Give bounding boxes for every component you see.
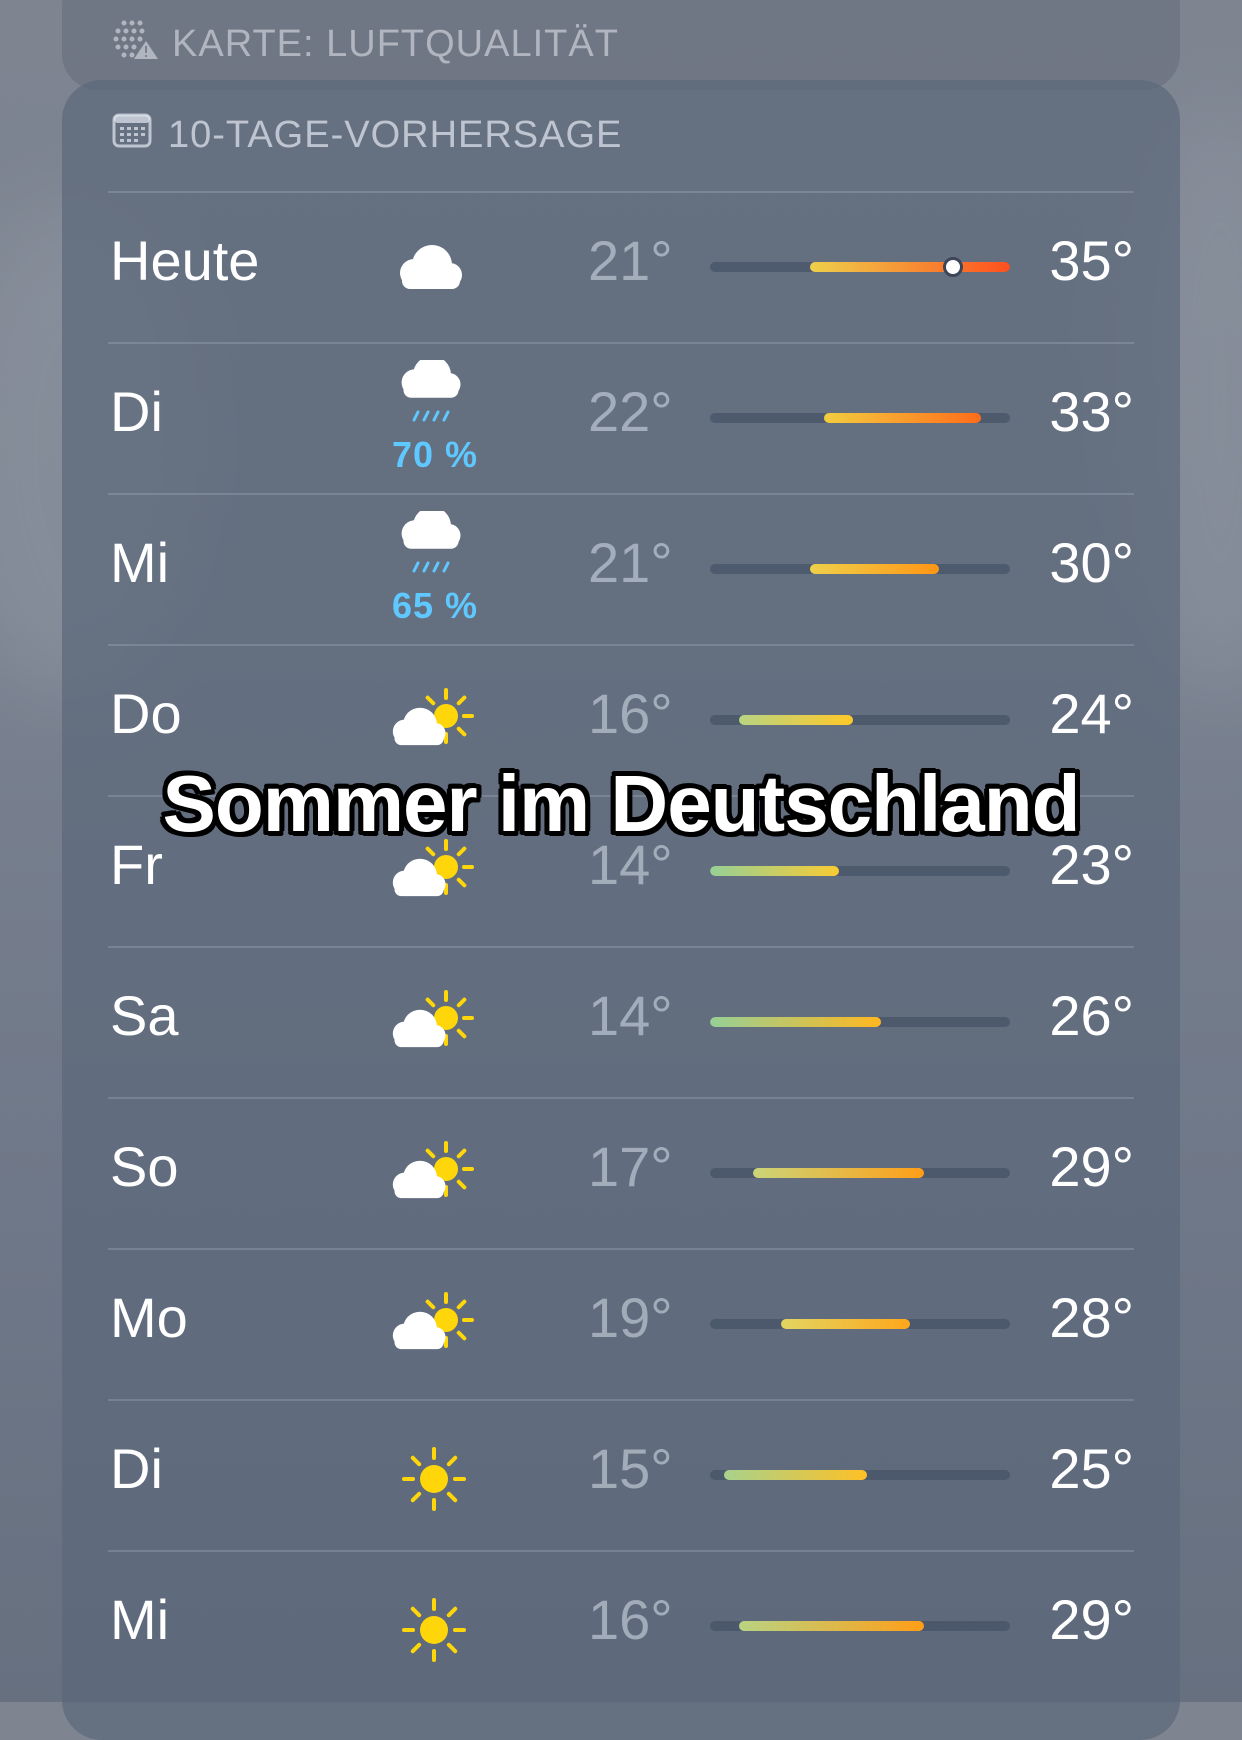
temp-range-fill: [724, 1470, 868, 1480]
temp-range-bar: [710, 1168, 1010, 1178]
temp-range-bar: [710, 715, 1010, 725]
temp-range-fill: [738, 1621, 925, 1631]
low-temp: 21°: [588, 229, 673, 292]
day-label: Mi: [110, 531, 170, 594]
temp-range-fill: [710, 1017, 882, 1027]
calendar-icon: [112, 112, 168, 158]
forecast-row[interactable]: Sa 14° 26°: [108, 946, 1134, 1097]
day-label: Sa: [110, 984, 179, 1047]
day-label: Mo: [110, 1286, 188, 1349]
cloud-rain-icon: [384, 506, 484, 591]
high-temp: 28°: [1049, 1286, 1134, 1349]
day-label: Heute: [110, 229, 260, 292]
forecast-header: 10-TAGE-VORHERSAGE: [112, 112, 622, 158]
temp-range-bar: [710, 564, 1010, 574]
forecast-row[interactable]: Mi 65 % 21° 30°: [108, 493, 1134, 644]
low-temp: 16°: [588, 1588, 673, 1651]
row-divider: [108, 1550, 1134, 1552]
low-temp: 15°: [588, 1437, 673, 1500]
temp-range-bar: [710, 1470, 1010, 1480]
temp-range-bar: [710, 1017, 1010, 1027]
high-temp: 29°: [1049, 1588, 1134, 1651]
partly-cloudy-icon: [384, 684, 484, 764]
overlay-caption: Sommer im Deutschland: [162, 759, 1080, 848]
temp-range-bar: [710, 1319, 1010, 1329]
temp-range-fill: [810, 564, 939, 574]
high-temp: 29°: [1049, 1135, 1134, 1198]
forecast-row[interactable]: Di 15° 25°: [108, 1399, 1134, 1550]
temp-range-fill: [824, 413, 982, 423]
forecast-row[interactable]: So 17° 29°: [108, 1097, 1134, 1248]
air-quality-icon: [110, 17, 172, 71]
temp-range-fill: [710, 866, 839, 876]
cloud-icon: [384, 231, 484, 311]
day-label: So: [110, 1135, 179, 1198]
temp-range-bar: [710, 262, 1010, 272]
temp-range-bar: [710, 866, 1010, 876]
forecast-row[interactable]: Mi 16° 29°: [108, 1550, 1134, 1701]
low-temp: 16°: [588, 682, 673, 745]
forecast-row[interactable]: Di 70 % 22° 33°: [108, 342, 1134, 493]
row-divider: [108, 644, 1134, 646]
temp-range-fill: [810, 262, 1010, 272]
temp-range-fill: [781, 1319, 910, 1329]
air-quality-header[interactable]: KARTE: LUFTQUALITÄT: [110, 20, 619, 66]
precip-probability: 65 %: [391, 585, 479, 626]
high-temp: 33°: [1049, 380, 1134, 443]
row-divider: [108, 1097, 1134, 1099]
cloud-rain-icon: [384, 355, 484, 440]
row-divider: [108, 191, 1134, 193]
low-temp: 19°: [588, 1286, 673, 1349]
temp-range-fill: [752, 1168, 925, 1178]
high-temp: 35°: [1049, 229, 1134, 292]
day-label: Do: [110, 682, 182, 745]
partly-cloudy-icon: [384, 1288, 484, 1368]
forecast-row[interactable]: Mo 19° 28°: [108, 1248, 1134, 1399]
row-divider: [108, 1248, 1134, 1250]
day-label: Di: [110, 1437, 163, 1500]
low-temp: 17°: [588, 1135, 673, 1198]
partly-cloudy-icon: [384, 986, 484, 1066]
partly-cloudy-icon: [384, 1137, 484, 1217]
temp-range-bar: [710, 1621, 1010, 1631]
high-temp: 30°: [1049, 531, 1134, 594]
temp-range-fill: [738, 715, 853, 725]
low-temp: 14°: [588, 984, 673, 1047]
day-label: Di: [110, 380, 163, 443]
air-quality-title: KARTE: LUFTQUALITÄT: [172, 22, 619, 65]
row-divider: [108, 493, 1134, 495]
forecast-row[interactable]: Heute 21° 35°: [108, 191, 1134, 342]
row-divider: [108, 946, 1134, 948]
precip-probability: 70 %: [391, 434, 479, 475]
day-label: Mi: [110, 1588, 170, 1651]
temp-range-bar: [710, 413, 1010, 423]
sun-icon: [384, 1590, 484, 1670]
high-temp: 24°: [1049, 682, 1134, 745]
high-temp: 25°: [1049, 1437, 1134, 1500]
low-temp: 22°: [588, 380, 673, 443]
current-temp-marker: [942, 257, 963, 277]
low-temp: 21°: [588, 531, 673, 594]
forecast-title: 10-TAGE-VORHERSAGE: [168, 113, 623, 156]
row-divider: [108, 342, 1134, 344]
row-divider: [108, 1399, 1134, 1401]
high-temp: 26°: [1049, 984, 1134, 1047]
sun-icon: [384, 1439, 484, 1519]
